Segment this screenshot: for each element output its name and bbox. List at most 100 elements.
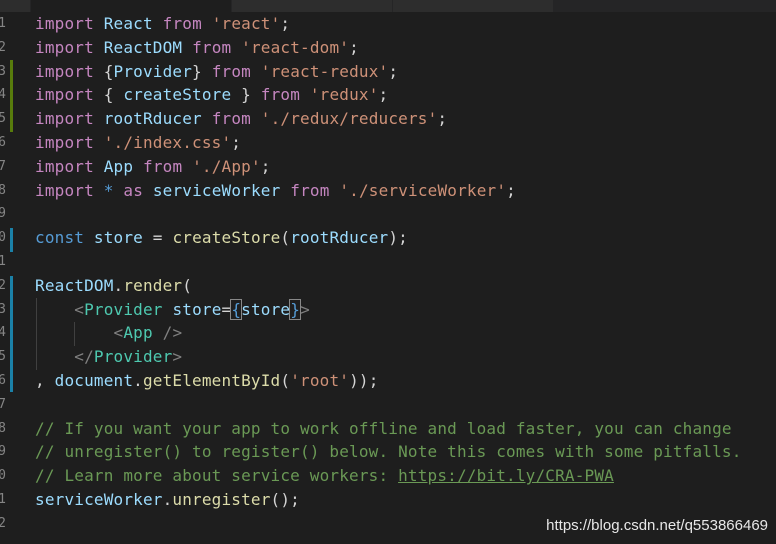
code-token: ;: [388, 61, 399, 81]
editor-tab-active[interactable]: [31, 0, 232, 12]
code-token: './redux/reducers': [260, 109, 438, 129]
code-line[interactable]: 7 import App from './App';: [0, 155, 776, 179]
code-line[interactable]: 9 // unregister() to register() below. No…: [0, 440, 776, 464]
code-line[interactable]: 7: [0, 393, 776, 417]
code-line[interactable]: 2 ReactDOM.render(: [0, 274, 776, 298]
code-token: {: [93, 85, 124, 105]
code-text: serviceWorker.unregister();: [35, 488, 300, 512]
code-token: store: [241, 299, 291, 319]
code-line[interactable]: 4 <App />: [0, 321, 776, 345]
code-text: , document.getElementById('root'));: [35, 369, 379, 393]
line-number: 3: [0, 63, 6, 79]
code-line[interactable]: 6 import './index.css';: [0, 131, 776, 155]
code-token: {: [93, 61, 114, 81]
code-line[interactable]: 5 import rootRducer from './redux/reducer…: [0, 107, 776, 131]
code-token: <: [74, 299, 85, 319]
code-line[interactable]: 4 import { createStore } from 'redux';: [0, 83, 776, 107]
code-text: // If you want your app to work offline …: [35, 417, 732, 441]
code-line[interactable]: 5 </Provider>: [0, 345, 776, 369]
code-token: from: [211, 109, 251, 129]
editor-tab[interactable]: [393, 0, 554, 12]
code-token: './index.css': [103, 133, 232, 152]
code-token: // Learn more about service workers:: [35, 466, 399, 486]
code-token: from: [260, 85, 301, 105]
code-token[interactable]: https://bit.ly/CRA-PWA: [398, 466, 614, 485]
line-number: 1: [0, 16, 6, 31]
code-token: from: [211, 61, 251, 81]
code-line[interactable]: 8 import * as serviceWorker from './servi…: [0, 179, 776, 203]
code-token: unregister: [172, 490, 271, 509]
code-token: </: [74, 347, 94, 367]
code-token: <: [113, 323, 124, 343]
code-token: 'root': [290, 371, 350, 390]
code-token: >: [172, 347, 183, 367]
line-number: 3: [0, 301, 6, 317]
code-token: store: [93, 228, 143, 248]
code-token: from: [143, 156, 183, 176]
line-number: 1: [0, 492, 6, 507]
code-token: createStore: [172, 228, 281, 248]
code-token: ();: [270, 490, 300, 509]
code-token: // unregister() to register() below. Not…: [35, 442, 742, 462]
code-token: rootRducer: [290, 228, 389, 248]
code-text: import './index.css';: [35, 131, 241, 155]
line-number: 6: [0, 135, 6, 150]
code-token: const: [35, 228, 85, 248]
code-token: import: [35, 37, 94, 57]
code-token: ,: [35, 371, 55, 390]
code-token: );: [388, 228, 408, 248]
code-text: import { createStore } from 'redux';: [35, 83, 388, 107]
line-number: 7: [0, 158, 6, 174]
code-token: './App': [192, 156, 261, 176]
code-line[interactable]: 0 // Learn more about service workers: ht…: [0, 464, 776, 488]
code-token: // If you want your app to work offline …: [35, 418, 732, 438]
code-token: 'redux': [309, 85, 379, 105]
code-line[interactable]: 1 serviceWorker.unregister();: [0, 488, 776, 512]
code-token: *: [103, 180, 114, 200]
code-token: ;: [231, 133, 242, 152]
code-token: App: [103, 156, 134, 176]
code-token: rootRducer: [103, 109, 202, 129]
code-text: const store = createStore(rootRducer);: [35, 226, 408, 250]
code-token: =: [142, 228, 173, 248]
editor-tab[interactable]: [232, 0, 393, 12]
code-line[interactable]: 2 import ReactDOM from 'react-dom';: [0, 36, 776, 60]
code-token: document: [54, 371, 134, 390]
code-token: React: [103, 14, 153, 33]
code-text: <Provider store={store}>: [35, 298, 310, 322]
code-token: 'react': [211, 14, 281, 33]
code-token: import: [35, 180, 94, 200]
code-editor[interactable]: 1 import React from 'react'; 2 import React…: [0, 0, 776, 544]
code-text: import React from 'react';: [35, 12, 290, 36]
code-text: import rootRducer from './redux/reducers…: [35, 107, 447, 131]
code-token: ;: [506, 180, 516, 200]
line-number: 9: [0, 444, 6, 460]
code-line[interactable]: 3 <Provider store={store}>: [0, 298, 776, 322]
code-line[interactable]: 6 , document.getElementById('root'));: [0, 369, 776, 393]
editor-tab[interactable]: [0, 0, 31, 12]
line-number: 4: [0, 325, 6, 341]
code-token: .: [133, 371, 143, 390]
code-line[interactable]: 1: [0, 250, 776, 274]
code-token: from: [290, 180, 330, 200]
code-line[interactable]: 9: [0, 202, 776, 226]
line-number: 6: [0, 373, 6, 388]
code-token: />: [162, 323, 183, 343]
code-token: import: [35, 133, 94, 152]
code-line[interactable]: 3 import {Provider} from 'react-redux';: [0, 60, 776, 84]
code-token: ;: [260, 156, 271, 176]
code-line[interactable]: 1 import React from 'react';: [0, 12, 776, 36]
code-line[interactable]: 8 // If you want your app to work offline…: [0, 417, 776, 441]
code-line[interactable]: 0 const store = createStore(rootRducer);: [0, 226, 776, 250]
